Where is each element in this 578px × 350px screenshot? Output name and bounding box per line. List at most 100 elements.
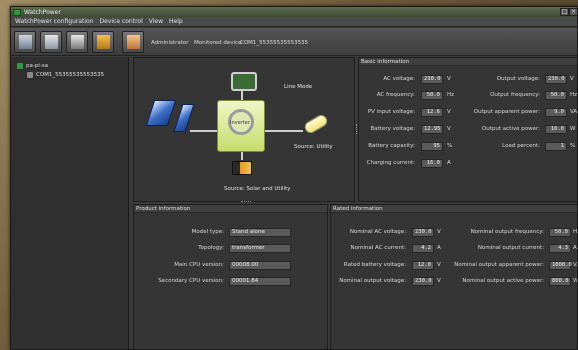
menu-watchpower-configuration[interactable]: WatchPower configuration bbox=[15, 18, 94, 25]
rated-info-title: Rated information bbox=[333, 206, 383, 212]
lock-button[interactable] bbox=[92, 31, 114, 53]
mode-label: Line Mode bbox=[284, 84, 313, 90]
output-voltage-label: Output voltage: bbox=[496, 76, 540, 82]
secondary-cpu-version-field: 00001.84 bbox=[229, 277, 291, 286]
output-active-power-field: 10.0 bbox=[545, 125, 567, 134]
charging-current-unit: A bbox=[447, 160, 451, 166]
solar-panel-2-icon bbox=[173, 104, 195, 132]
product-info-panel: Product information Model type: Stand al… bbox=[133, 204, 328, 349]
nominal-output-voltage-unit: V bbox=[437, 278, 441, 284]
ac-frequency-field: 50.0 bbox=[421, 91, 443, 100]
load-percent-field: 1 bbox=[545, 142, 567, 151]
nominal-output-voltage-field: 230.0 bbox=[412, 277, 434, 286]
output-frequency-field: 50.0 bbox=[545, 91, 567, 100]
user-role: Administrator bbox=[151, 40, 189, 46]
topology-label: Topology: bbox=[198, 245, 224, 251]
maximize-icon[interactable]: □ bbox=[560, 8, 569, 16]
ac-voltage-unit: V bbox=[447, 76, 451, 82]
horizontal-splitter[interactable] bbox=[241, 201, 251, 203]
basic-info-panel: Basic information AC voltage: 230.0 V A C… bbox=[358, 57, 578, 202]
energy-flow-diagram: Line Mode Inverter Source: Utility Sourc… bbox=[133, 57, 355, 202]
ac-frequency-unit: Hz bbox=[447, 92, 455, 98]
pv-input-voltage-unit: V bbox=[447, 109, 451, 115]
nominal-output-active-power-unit: W bbox=[573, 278, 578, 284]
pv-input-voltage-label: PV input voltage: bbox=[367, 109, 415, 115]
output-apparent-power-label: Output apparent power: bbox=[473, 109, 540, 115]
output-apparent-power-field: 9.0 bbox=[545, 108, 567, 117]
battery-voltage-label: Battery voltage: bbox=[370, 126, 415, 132]
title-bar: WatchPower □ × bbox=[11, 7, 577, 17]
camera-icon bbox=[71, 35, 84, 49]
output-active-power-label: Output active power: bbox=[481, 126, 540, 132]
toolbar: Administrator Monitored device: COM1_553… bbox=[11, 28, 577, 56]
load-percent-unit: % bbox=[570, 143, 576, 149]
output-voltage-field: 230.0 bbox=[545, 75, 567, 84]
battery-voltage-unit: V bbox=[447, 126, 451, 132]
nominal-output-current-label: Nominal output current: bbox=[477, 245, 544, 251]
bulb-icon bbox=[302, 112, 330, 136]
model-type-field: Stand alone bbox=[229, 228, 291, 237]
camera-button[interactable] bbox=[66, 31, 88, 53]
battery-capacity-unit: % bbox=[447, 143, 453, 149]
monitor-button[interactable] bbox=[14, 31, 36, 53]
grid-icon bbox=[231, 72, 257, 91]
secondary-cpu-version-label: Secondary CPU version: bbox=[158, 278, 224, 284]
nominal-output-current-unit: A bbox=[573, 245, 577, 251]
nominal-output-active-power-label: Nominal output active power: bbox=[462, 278, 544, 284]
nominal-ac-current-field: 4.2 bbox=[412, 244, 434, 253]
basic-info-title: Basic information bbox=[361, 59, 410, 65]
monitored-device-value: COM1_55355535553535 bbox=[240, 40, 309, 46]
inverter-to-battery-line bbox=[241, 152, 243, 160]
ac-voltage-field: 230.0 bbox=[421, 75, 443, 84]
nominal-ac-voltage-field: 230.0 bbox=[412, 228, 434, 237]
load-percent-label: Load percent: bbox=[502, 143, 540, 149]
product-info-title: Product information bbox=[136, 206, 191, 212]
settings-icon bbox=[45, 35, 58, 49]
window-title: WatchPower bbox=[24, 8, 61, 16]
output-voltage-unit: V bbox=[570, 76, 574, 82]
users-button[interactable] bbox=[122, 31, 144, 53]
output-frequency-unit: Hz bbox=[570, 92, 578, 98]
nominal-output-active-power-field: 800.0 bbox=[549, 277, 571, 286]
battery-source-label: Source: Solar and Utility bbox=[224, 186, 291, 192]
close-icon[interactable]: × bbox=[569, 8, 577, 16]
inverter-unit: Inverter bbox=[217, 100, 265, 152]
nominal-output-apparent-power-field: 1000.0 bbox=[549, 261, 572, 270]
model-type-label: Model type: bbox=[191, 229, 224, 235]
menu-device-control[interactable]: Device control bbox=[100, 18, 143, 25]
monitor-icon bbox=[19, 35, 32, 49]
menu-bar: WatchPower configuration Device control … bbox=[11, 17, 577, 27]
topology-field: transformer bbox=[229, 244, 291, 253]
app-logo-icon bbox=[13, 8, 21, 16]
load-source-label: Source: Utility bbox=[294, 144, 333, 150]
tree-root-label: pa-pi-sa bbox=[26, 63, 49, 69]
solar-to-inverter-line bbox=[190, 130, 217, 132]
nominal-ac-voltage-label: Nominal AC voltage: bbox=[349, 229, 406, 235]
main-cpu-version-label: Main CPU version: bbox=[174, 262, 224, 268]
battery-capacity-label: Battery capacity: bbox=[368, 143, 415, 149]
output-active-power-unit: W bbox=[570, 126, 576, 132]
rated-info-panel: Rated information Nominal AC voltage: 23… bbox=[330, 204, 578, 349]
charging-current-label: Charging current: bbox=[366, 160, 415, 166]
output-frequency-label: Output frequency: bbox=[490, 92, 540, 98]
tree-device-label: COM1_55355535553535 bbox=[36, 72, 105, 78]
charging-current-field: 16.0 bbox=[421, 159, 443, 168]
nominal-ac-voltage-unit: V bbox=[437, 229, 441, 235]
tree-item-root[interactable]: pa-pi-sa bbox=[17, 63, 48, 69]
monitored-device-label: Monitored device: bbox=[194, 40, 244, 46]
nominal-output-apparent-power-label: Nominal output apparent power: bbox=[454, 262, 544, 268]
watchpower-window: WatchPower □ × WatchPower configuration … bbox=[10, 6, 578, 350]
ac-voltage-label: AC voltage: bbox=[383, 76, 415, 82]
device-icon bbox=[27, 72, 33, 78]
menu-help[interactable]: Help bbox=[169, 18, 183, 25]
device-tree: pa-pi-sa COM1_55355535553535 bbox=[11, 57, 129, 349]
nominal-output-frequency-field: 50.0 bbox=[549, 228, 571, 237]
rated-battery-voltage-unit: V bbox=[437, 262, 441, 268]
nominal-output-frequency-label: Nominal output frequency: bbox=[470, 229, 544, 235]
settings-button[interactable] bbox=[40, 31, 62, 53]
battery-capacity-field: 95 bbox=[421, 142, 443, 151]
solar-panel-icon bbox=[145, 100, 177, 126]
output-apparent-power-unit: VA bbox=[570, 109, 578, 115]
menu-view[interactable]: View bbox=[149, 18, 163, 25]
tree-item-device[interactable]: COM1_55355535553535 bbox=[27, 72, 104, 78]
